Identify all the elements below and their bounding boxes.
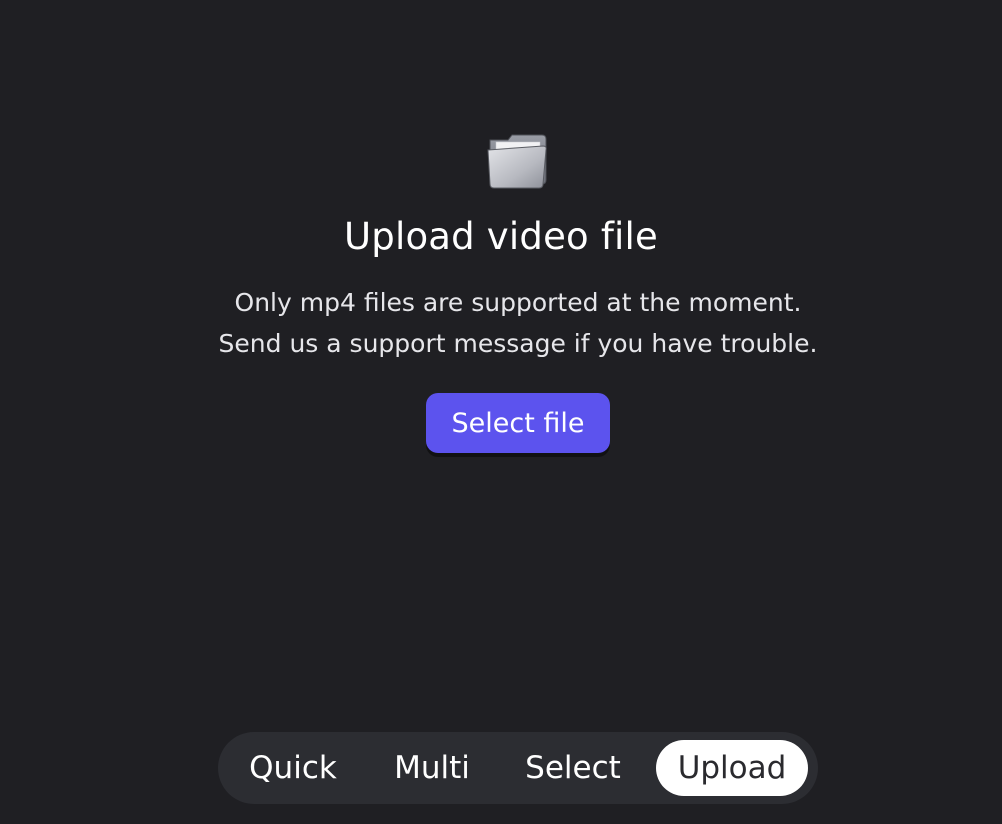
- select-file-button[interactable]: Select file: [426, 393, 610, 453]
- upload-screen: Upload video file Only mp4 files are sup…: [0, 0, 1002, 824]
- folder-icon: [486, 130, 548, 190]
- description-line-1: Only mp4 files are supported at the mome…: [234, 288, 802, 317]
- tab-upload[interactable]: Upload: [656, 740, 808, 796]
- mode-tabbar: Quick Multi Select Upload: [218, 732, 818, 804]
- upload-title: Upload video file: [344, 215, 658, 258]
- tab-quick[interactable]: Quick: [238, 740, 348, 796]
- tab-select[interactable]: Select: [518, 740, 628, 796]
- description-line-2: Send us a support message if you have tr…: [218, 329, 818, 358]
- tab-multi[interactable]: Multi: [382, 740, 482, 796]
- upload-description: Only mp4 files are supported at the mome…: [0, 282, 1002, 364]
